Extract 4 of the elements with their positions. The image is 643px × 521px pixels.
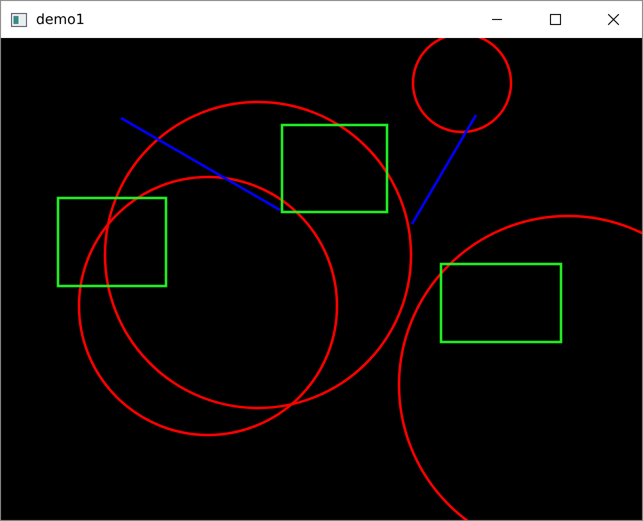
maximize-icon [550, 14, 560, 25]
close-icon [608, 14, 618, 25]
app-icon [11, 12, 27, 26]
window-title: demo1 [36, 12, 86, 28]
